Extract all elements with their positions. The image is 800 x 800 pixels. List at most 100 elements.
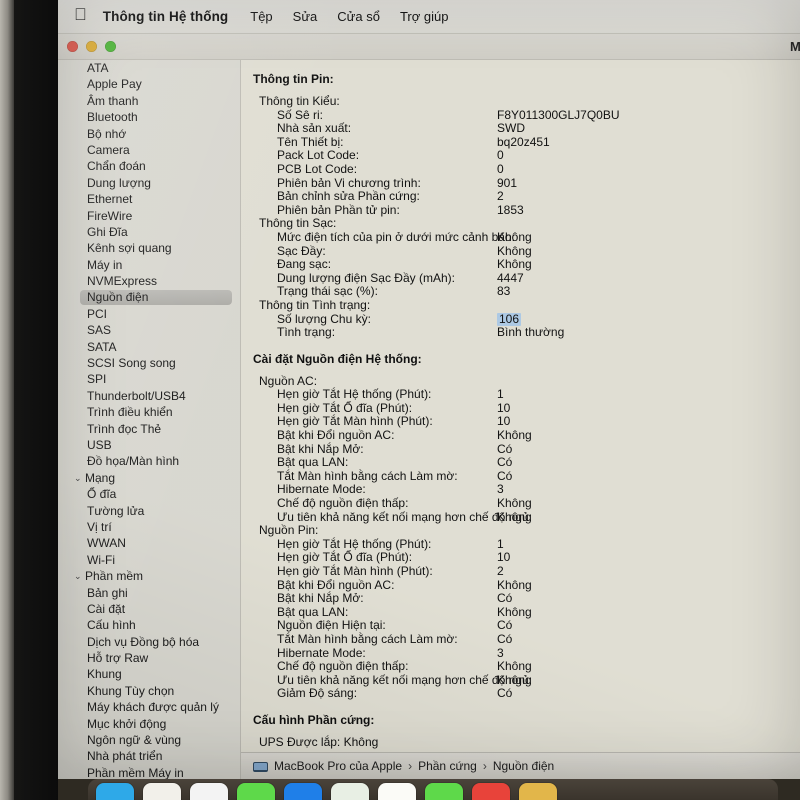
sidebar-item-1[interactable]: Apple Pay	[58, 76, 240, 92]
info-row: Số lượng Chu kỳ: 106	[241, 312, 800, 327]
sidebar-item-25[interactable]: ⌄ Mạng	[58, 470, 240, 486]
sidebar-item-32[interactable]: Bản ghi	[58, 585, 240, 601]
sidebar-item-31[interactable]: ⌄ Phần mềm	[58, 568, 240, 584]
ups-installed-row: UPS Được lắp: Không	[259, 734, 379, 749]
sidebar-item-23[interactable]: USB	[58, 437, 240, 453]
sidebar-item-label: Ổ đĩa	[87, 487, 117, 502]
sidebar-item-3[interactable]: Bluetooth	[58, 109, 240, 125]
sidebar-item-21[interactable]: Trình điều khiển	[58, 404, 240, 420]
chevron-down-icon[interactable]: ⌄	[74, 470, 85, 486]
messages-icon[interactable]	[237, 783, 275, 800]
sidebar-item-label: Âm thanh	[87, 93, 139, 108]
info-row-value: 901	[497, 175, 518, 190]
sidebar[interactable]: ATA Apple Pay Âm thanh Bluetooth Bộ nhớ Camer…	[58, 60, 240, 779]
sidebar-item-35[interactable]: Dịch vụ Đồng bộ hóa	[58, 634, 240, 650]
sidebar-item-2[interactable]: Âm thanh	[58, 93, 240, 109]
sidebar-item-42[interactable]: Nhà phát triển	[58, 748, 240, 764]
sidebar-item-label: Ngôn ngữ & vùng	[87, 733, 182, 748]
sidebar-item-34[interactable]: Cấu hình	[58, 617, 240, 633]
health-info-rows: Số lượng Chu kỳ: 106 Tình trạng: Bình thườn…	[241, 312, 800, 340]
sidebar-item-label: Trình đọc Thẻ	[87, 421, 162, 436]
sidebar-item-label: Mục khởi động	[87, 716, 167, 731]
sidebar-item-40[interactable]: Mục khởi động	[58, 716, 240, 732]
breadcrumb[interactable]: MacBook Pro của Apple › Phần cứng › Nguồ…	[241, 752, 800, 779]
info-row-key: Mức điện tích của pin ở dưới mức cảnh bá…	[277, 229, 515, 244]
sidebar-item-13[interactable]: NVMExpress	[58, 273, 240, 289]
chevron-down-icon[interactable]: ⌄	[74, 568, 85, 584]
info-row-key: Bật khi Nắp Mở:	[277, 441, 364, 456]
dock[interactable]	[58, 779, 800, 800]
launchpad-icon[interactable]	[143, 783, 181, 800]
safari-icon[interactable]	[190, 783, 228, 800]
info-row-value: 0	[497, 161, 504, 176]
sidebar-item-30[interactable]: Wi-Fi	[58, 552, 240, 568]
menu-item-window[interactable]: Cửa sổ	[337, 9, 380, 24]
finder-icon[interactable]	[96, 783, 134, 800]
sidebar-item-29[interactable]: WWAN	[58, 535, 240, 551]
sidebar-item-43[interactable]: Phần mềm Máy in	[58, 765, 240, 779]
sidebar-item-label: Ghi Đĩa	[87, 224, 128, 239]
sidebar-item-36[interactable]: Hỗ trợ Raw	[58, 650, 240, 666]
mail-icon[interactable]	[284, 783, 322, 800]
sidebar-item-22[interactable]: Trình đọc Thẻ	[58, 421, 240, 437]
sidebar-item-24[interactable]: Đồ họa/Màn hình	[58, 453, 240, 469]
info-row-key: Trạng thái sạc (%):	[277, 284, 378, 299]
apple-logo-icon[interactable]: 	[74, 6, 87, 23]
music-icon[interactable]	[472, 783, 510, 800]
menu-item-file[interactable]: Tệp	[250, 9, 272, 24]
sidebar-item-7[interactable]: Dung lượng	[58, 175, 240, 191]
zoom-button[interactable]	[105, 41, 116, 52]
sidebar-item-38[interactable]: Khung Tùy chọn	[58, 683, 240, 699]
health-group-label: Thông tin Tình trạng:	[259, 297, 371, 312]
sidebar-item-18[interactable]: SCSI Song song	[58, 355, 240, 371]
sidebar-item-20[interactable]: Thunderbolt/USB4	[58, 388, 240, 404]
sidebar-item-9[interactable]: FireWire	[58, 208, 240, 224]
sidebar-item-10[interactable]: Ghi Đĩa	[58, 224, 240, 240]
sidebar-item-15[interactable]: PCI	[58, 306, 240, 322]
sidebar-item-8[interactable]: Ethernet	[58, 191, 240, 207]
sidebar-item-41[interactable]: Ngôn ngữ & vùng	[58, 732, 240, 748]
sidebar-item-0[interactable]: ATA	[58, 60, 240, 76]
sidebar-item-26[interactable]: Ổ đĩa	[58, 486, 240, 502]
breadcrumb-item-hardware[interactable]: Phần cứng	[418, 759, 477, 773]
photos-icon[interactable]	[378, 783, 416, 800]
facetime-icon[interactable]	[425, 783, 463, 800]
sidebar-item-37[interactable]: Khung	[58, 666, 240, 682]
sidebar-item-11[interactable]: Kênh sợi quang	[58, 240, 240, 256]
info-row-key: Dung lượng điện Sạc Đầy (mAh):	[277, 270, 455, 285]
sidebar-item-label: Tường lửa	[87, 503, 145, 518]
info-row-key: PCB Lot Code:	[277, 161, 358, 176]
menu-app-name[interactable]: Thông tin Hệ thống	[103, 9, 229, 24]
sidebar-item-17[interactable]: SATA	[58, 339, 240, 355]
window-titlebar[interactable]: M	[58, 34, 800, 60]
battery-power-group-label: Nguồn Pin:	[259, 523, 319, 538]
sidebar-item-33[interactable]: Cài đặt	[58, 601, 240, 617]
info-row-value: Có	[497, 591, 513, 606]
info-row: Bật qua LAN: Có	[241, 456, 800, 470]
minimize-button[interactable]	[86, 41, 97, 52]
info-row: Mức điện tích của pin ở dưới mức cảnh bá…	[241, 229, 800, 245]
info-row: Số Sê ri: F8Y011300GLJ7Q0BU	[241, 108, 800, 123]
sidebar-item-16[interactable]: SAS	[58, 322, 240, 338]
menu-item-help[interactable]: Trợ giúp	[400, 9, 449, 24]
sidebar-item-12[interactable]: Máy in	[58, 257, 240, 273]
sidebar-item-label: Ethernet	[87, 192, 133, 207]
sidebar-item-19[interactable]: SPI	[58, 371, 240, 387]
notes-icon[interactable]	[519, 783, 557, 800]
content-scroll-area[interactable]: Thông tin Pin: Thông tin Kiểu: Số Sê ri:…	[241, 60, 800, 752]
breadcrumb-item-power[interactable]: Nguồn điện	[493, 759, 554, 773]
close-button[interactable]	[67, 41, 78, 52]
info-row-value: Không	[497, 672, 532, 687]
menu-item-edit[interactable]: Sửa	[293, 9, 318, 24]
maps-icon[interactable]	[331, 783, 369, 800]
sidebar-item-label: Thunderbolt/USB4	[87, 388, 186, 403]
sidebar-item-27[interactable]: Tường lửa	[58, 503, 240, 519]
breadcrumb-item-device[interactable]: MacBook Pro của Apple	[274, 759, 402, 773]
sidebar-item-6[interactable]: Chẩn đoán	[58, 158, 240, 174]
sidebar-item-5[interactable]: Camera	[58, 142, 240, 158]
sidebar-item-28[interactable]: Vị trí	[58, 519, 240, 535]
sidebar-item-4[interactable]: Bộ nhớ	[58, 126, 240, 142]
sidebar-item-14[interactable]: Nguồn điện	[58, 289, 240, 306]
sidebar-item-39[interactable]: Máy khách được quản lý	[58, 699, 240, 715]
info-row-value: Có	[497, 618, 513, 633]
